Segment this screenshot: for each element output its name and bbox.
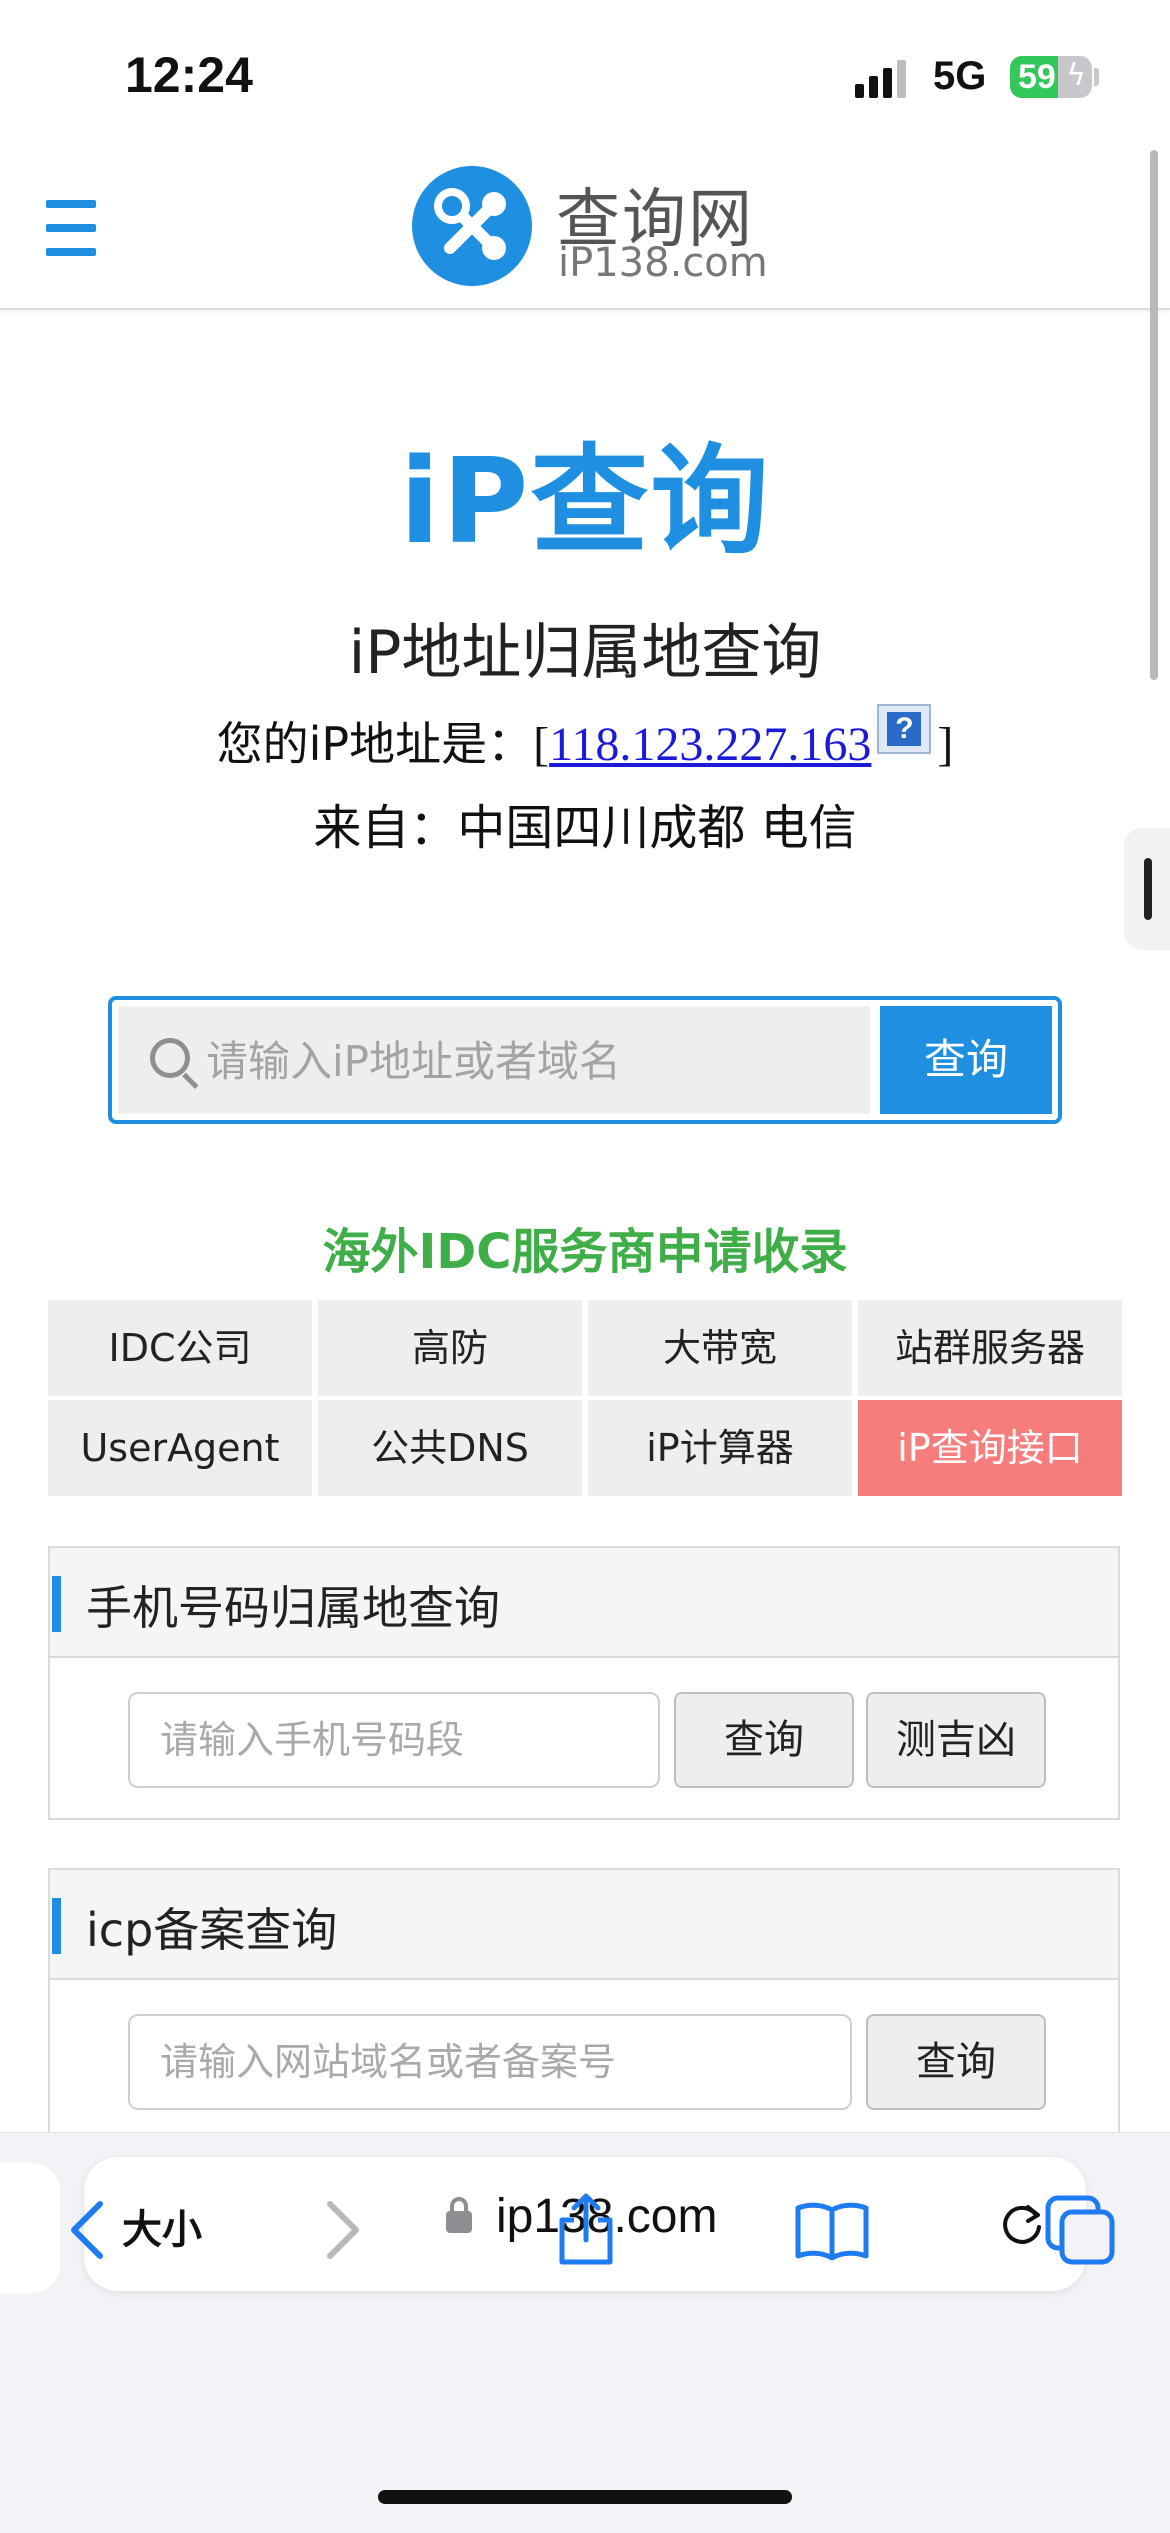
panel-accent-bar [52,1898,61,1954]
ip-search-form: 查询 [108,996,1062,1124]
battery-icon: 59 ϟ [1010,56,1092,98]
tabs-icon[interactable] [1040,2190,1120,2270]
battery-cap [1094,68,1099,86]
search-icon [150,1038,190,1078]
ip-search-input[interactable] [204,1028,848,1094]
search-field-wrapper [118,1006,870,1114]
link-public-dns[interactable]: 公共DNS [318,1400,582,1496]
link-ip-calculator[interactable]: iP计算器 [588,1400,852,1496]
logo-subtitle[interactable]: iP138.com [558,240,768,286]
panel-title: 手机号码归属地查询 [86,1581,500,1635]
promo-link[interactable]: 海外IDC服务商申请收录 [0,1212,1170,1282]
ip-info-line: 您的iP地址是：[118.123.227.163?] [0,704,1170,774]
ip-bracket-close: ] [937,718,954,771]
page-title: iP查询 [399,432,771,570]
link-big-bandwidth[interactable]: 大带宽 [588,1300,852,1396]
network-type: 5G [933,54,987,98]
link-high-defense[interactable]: 高防 [318,1300,582,1396]
phone-lookup-panel: 手机号码归属地查询 查询 测吉凶 [48,1546,1120,1820]
link-ip-query-api[interactable]: iP查询接口 [858,1400,1122,1496]
forward-icon[interactable] [300,2190,380,2270]
phone-number-input[interactable] [128,1692,660,1788]
site-header: 查询网 iP138.com [0,150,1170,310]
page-subtitle: iP地址归属地查询 [348,618,822,688]
panel-header: icp备案查询 [50,1870,1118,1980]
menu-icon[interactable] [46,200,96,256]
lock-icon [446,2197,472,2233]
back-icon[interactable] [50,2190,130,2270]
link-idc-company[interactable]: IDC公司 [48,1300,312,1396]
share-icon[interactable] [546,2190,626,2270]
link-cluster-servers[interactable]: 站群服务器 [858,1300,1122,1396]
logo-icon[interactable] [412,166,532,286]
bookmarks-icon[interactable] [792,2190,872,2270]
quick-links-grid: IDC公司 高防 大带宽 站群服务器 UserAgent 公共DNS iP计算器… [48,1300,1122,1496]
panel-header: 手机号码归属地查询 [50,1548,1118,1658]
icp-domain-input[interactable] [128,2014,852,2110]
icp-lookup-panel: icp备案查询 查询 [48,1868,1120,2168]
help-glyph: ? [887,712,922,746]
panel-accent-bar [52,1576,61,1632]
status-time: 12:24 [125,47,253,103]
tools-icon [434,188,506,260]
ip-location: 来自：中国四川成都 电信 [313,800,857,856]
ip-bracket-open: [ [533,718,550,771]
ip-address-link[interactable]: 118.123.227.163 [549,718,871,771]
signal-icon [855,58,915,98]
battery-percent: 59 [1018,58,1056,96]
text-size-button[interactable]: 大小 [122,2197,202,2255]
help-icon[interactable]: ? [877,704,932,754]
icp-query-button[interactable]: 查询 [866,2014,1046,2110]
ip-label: 您的iP地址是： [216,717,534,771]
fortune-button[interactable]: 测吉凶 [866,1692,1046,1788]
charging-bolt-icon: ϟ [1066,58,1086,93]
ip-search-button[interactable]: 查询 [880,1006,1052,1114]
panel-title: icp备案查询 [86,1903,338,1957]
status-bar: 12:24 5G 59 ϟ [0,0,1170,150]
link-useragent[interactable]: UserAgent [48,1400,312,1496]
home-indicator[interactable] [378,2490,792,2504]
phone-query-button[interactable]: 查询 [674,1692,854,1788]
